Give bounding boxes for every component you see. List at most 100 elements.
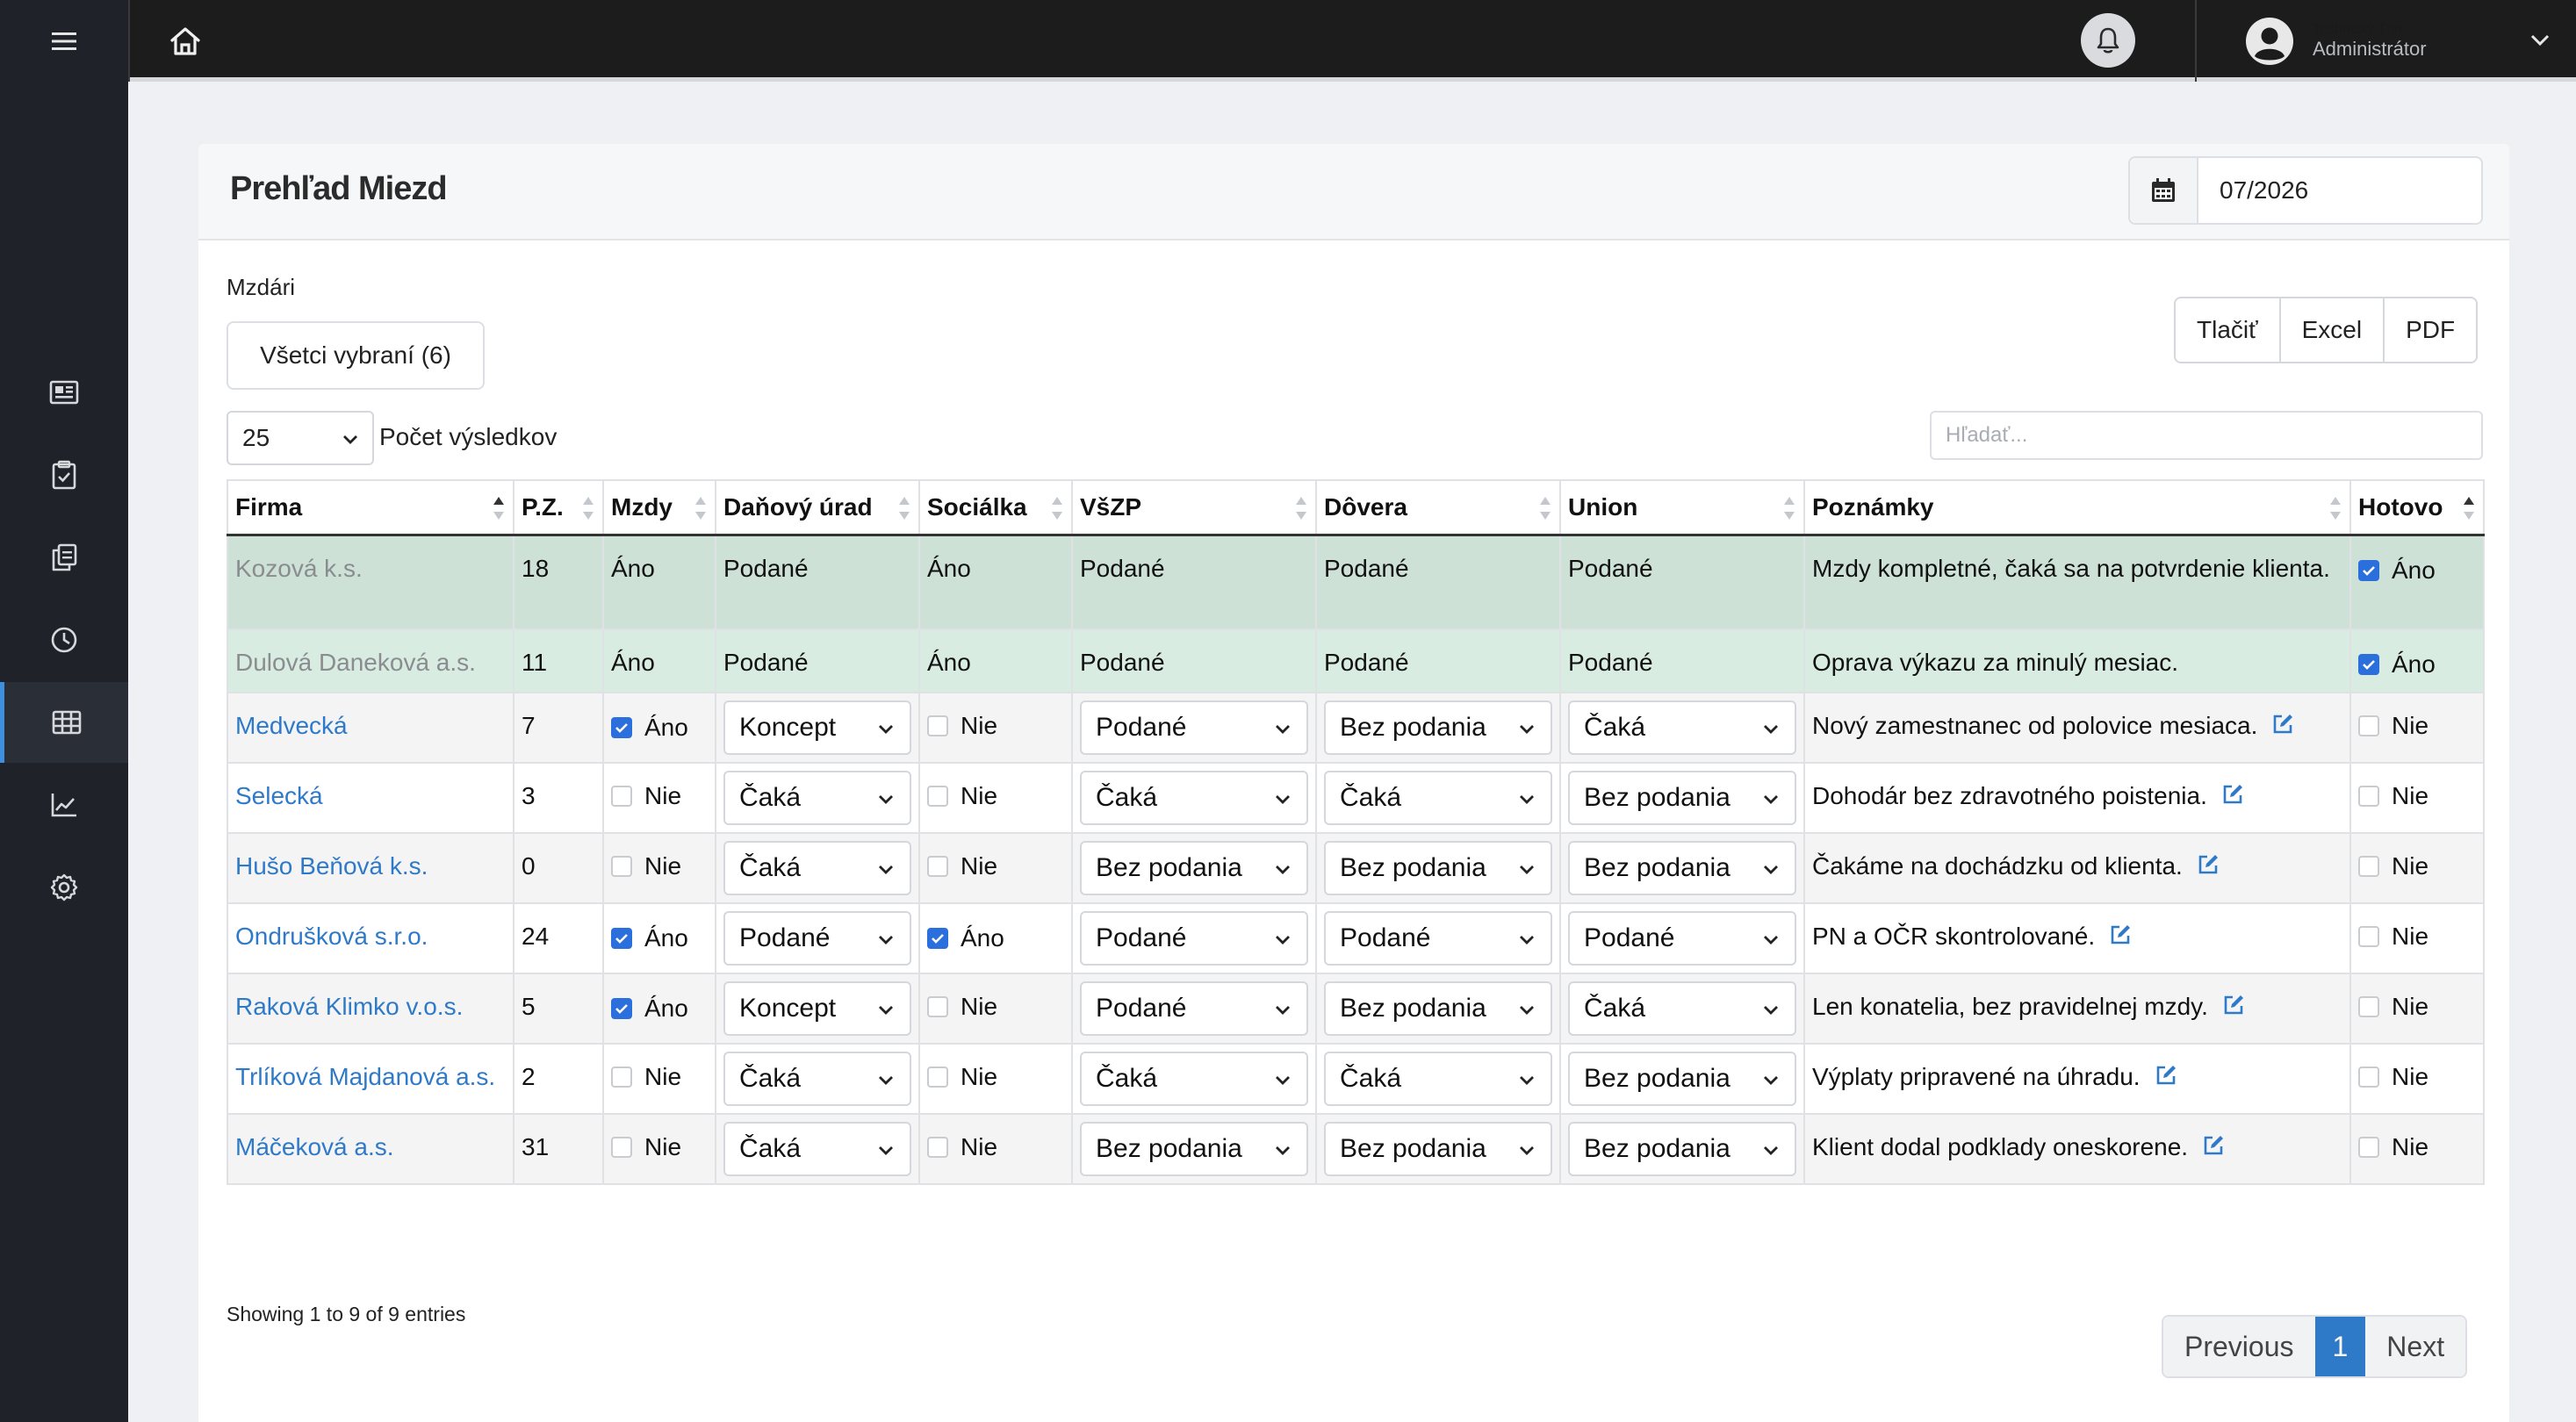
sidebar-item-statistics[interactable] [0, 765, 128, 845]
column-header[interactable]: Daňový úrad [715, 479, 920, 536]
edit-icon[interactable] [2109, 923, 2132, 946]
edit-icon[interactable] [2221, 783, 2244, 806]
checkbox[interactable] [2358, 996, 2379, 1017]
checkbox[interactable] [2358, 786, 2379, 807]
edit-icon[interactable] [2271, 713, 2294, 736]
checkbox[interactable] [927, 1137, 948, 1158]
checkbox[interactable] [611, 928, 632, 949]
vszp-select[interactable]: Čaká [1080, 771, 1308, 825]
company-link[interactable]: Raková Klimko v.o.s. [235, 993, 463, 1020]
pagination-previous-button[interactable]: Previous [2163, 1317, 2315, 1376]
month-picker[interactable]: 07/2026 [2128, 156, 2483, 225]
edit-icon[interactable] [2197, 853, 2220, 876]
payroll-checkbox[interactable]: Nie [611, 1059, 681, 1095]
social-insurance-checkbox[interactable]: Nie [927, 1059, 997, 1095]
payroll-checkbox[interactable]: Nie [611, 778, 681, 815]
vszp-select[interactable]: Čaká [1080, 1052, 1308, 1106]
tax-office-select[interactable]: Koncept [723, 981, 911, 1036]
company-link[interactable]: Trlíková Majdanová a.s. [235, 1063, 495, 1090]
sidebar-toggle-button[interactable] [0, 0, 128, 82]
social-insurance-checkbox[interactable]: Nie [927, 988, 997, 1025]
dovera-select[interactable]: Podané [1324, 911, 1552, 966]
page-length-select[interactable]: 25 [227, 411, 374, 465]
dovera-select[interactable]: Bez podania [1324, 700, 1552, 755]
union-select[interactable]: Bez podania [1568, 841, 1796, 895]
excel-button[interactable]: Excel [2278, 298, 2384, 362]
done-checkbox[interactable]: Nie [2358, 988, 2428, 1025]
print-button[interactable]: Tlačiť [2176, 298, 2279, 362]
union-select[interactable]: Podané [1568, 911, 1796, 966]
done-checkbox[interactable]: Nie [2358, 1059, 2428, 1095]
edit-icon[interactable] [2202, 1134, 2225, 1157]
checkbox[interactable] [611, 786, 632, 807]
checkbox[interactable] [611, 856, 632, 877]
column-header[interactable]: P.Z. [513, 479, 604, 536]
checkbox[interactable] [927, 715, 948, 736]
union-select[interactable]: Bez podania [1568, 1122, 1796, 1176]
tax-office-select[interactable]: Koncept [723, 700, 911, 755]
sidebar-item-news[interactable] [0, 352, 128, 433]
social-insurance-checkbox[interactable]: Nie [927, 848, 997, 885]
checkbox[interactable] [2358, 926, 2379, 947]
payroll-checkbox[interactable]: Nie [611, 1129, 681, 1166]
union-select[interactable]: Bez podania [1568, 1052, 1796, 1106]
sidebar-item-history[interactable] [0, 600, 128, 680]
column-header[interactable]: VšZP [1071, 479, 1317, 536]
union-select[interactable]: Bez podania [1568, 771, 1796, 825]
sidebar-item-tasks[interactable] [0, 434, 128, 515]
column-header[interactable]: Dôvera [1315, 479, 1561, 536]
union-select[interactable]: Čaká [1568, 981, 1796, 1036]
vszp-select[interactable]: Bez podania [1080, 1122, 1308, 1176]
column-header[interactable]: Poznámky [1803, 479, 2351, 536]
column-header[interactable]: Union [1559, 479, 1805, 536]
payroll-checkbox[interactable]: Áno [611, 920, 688, 957]
checkbox[interactable] [611, 998, 632, 1019]
checkbox[interactable] [2358, 559, 2379, 581]
edit-icon[interactable] [2222, 994, 2245, 1016]
company-link[interactable]: Medvecká [235, 712, 348, 739]
checkbox[interactable] [2358, 715, 2379, 736]
tax-office-select[interactable]: Čaká [723, 1052, 911, 1106]
company-link[interactable]: Hušo Beňová k.s. [235, 852, 428, 880]
vszp-select[interactable]: Bez podania [1080, 841, 1308, 895]
tax-office-select[interactable]: Čaká [723, 771, 911, 825]
company-link[interactable]: Ondrušková s.r.o. [235, 923, 428, 950]
checkbox[interactable] [927, 856, 948, 877]
notifications-button[interactable] [2081, 13, 2135, 68]
checkbox[interactable] [927, 1066, 948, 1088]
checkbox[interactable] [2358, 856, 2379, 877]
done-checkbox[interactable]: Nie [2358, 918, 2428, 955]
social-insurance-checkbox[interactable]: Nie [927, 707, 997, 744]
pagination-next-button[interactable]: Next [2365, 1317, 2466, 1376]
union-select[interactable]: Čaká [1568, 700, 1796, 755]
checkbox[interactable] [2358, 1137, 2379, 1158]
dovera-select[interactable]: Bez podania [1324, 841, 1552, 895]
done-checkbox[interactable]: Nie [2358, 707, 2428, 744]
payroll-checkbox[interactable]: Áno [611, 709, 688, 746]
sidebar-item-payroll[interactable] [0, 682, 128, 763]
done-checkbox[interactable]: Áno [2358, 552, 2436, 589]
home-button[interactable] [128, 0, 241, 82]
search-input[interactable] [1930, 411, 2483, 460]
checkbox[interactable] [927, 996, 948, 1017]
payroll-checkbox[interactable]: Nie [611, 848, 681, 885]
user-menu[interactable]: Technický Tím Administrátor [2195, 0, 2576, 82]
vszp-select[interactable]: Podané [1080, 700, 1308, 755]
sidebar-item-documents[interactable] [0, 517, 128, 598]
pagination-page-1[interactable]: 1 [2314, 1317, 2366, 1376]
done-checkbox[interactable]: Áno [2358, 646, 2436, 683]
checkbox[interactable] [611, 1137, 632, 1158]
dovera-select[interactable]: Čaká [1324, 1052, 1552, 1106]
column-header[interactable]: Hotovo [2349, 479, 2485, 536]
tax-office-select[interactable]: Čaká [723, 1122, 911, 1176]
payroll-checkbox[interactable]: Áno [611, 990, 688, 1027]
tax-office-select[interactable]: Podané [723, 911, 911, 966]
company-link[interactable]: Máčeková a.s. [235, 1133, 394, 1160]
done-checkbox[interactable]: Nie [2358, 778, 2428, 815]
edit-icon[interactable] [2155, 1064, 2177, 1087]
month-picker-button[interactable] [2130, 158, 2198, 223]
column-header[interactable]: Mzdy [602, 479, 716, 536]
company-link[interactable]: Selecká [235, 782, 323, 809]
column-header[interactable]: Firma [227, 479, 514, 536]
checkbox[interactable] [927, 786, 948, 807]
